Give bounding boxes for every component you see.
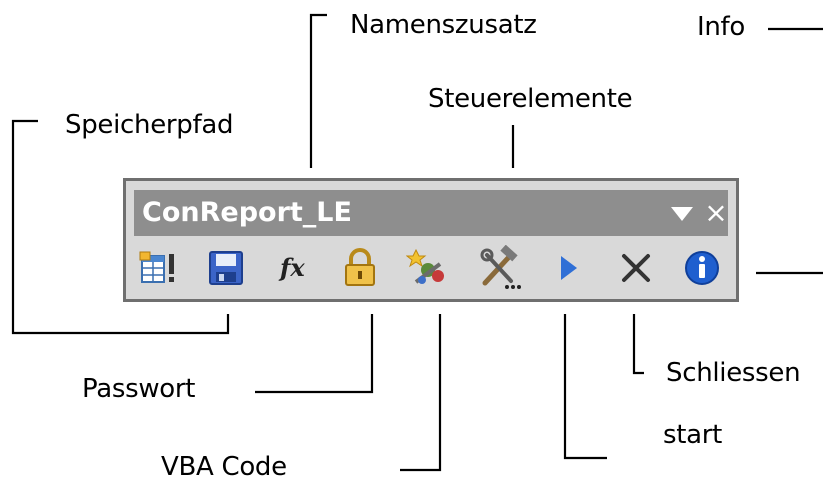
steuerelemente-button[interactable] [476, 244, 524, 292]
label-schliessen: Schliessen [666, 358, 801, 388]
toolbar-titlebar[interactable]: ConReport_LE × [134, 190, 728, 236]
toolbar-close-button[interactable]: × [704, 196, 728, 230]
save-disk-icon [209, 251, 243, 285]
label-namenszusatz: Namenszusatz [350, 10, 537, 40]
label-speicherpfad: Speicherpfad [65, 110, 234, 140]
namenszusatz-icon [139, 251, 174, 283]
passwort-button[interactable] [336, 244, 384, 292]
svg-text:fx: fx [278, 253, 305, 282]
callout-line-namenszusatz [309, 13, 327, 168]
play-arrow-icon [561, 256, 577, 280]
fx-formula-icon: fx [278, 253, 305, 282]
callout-line-schliessen [632, 314, 644, 375]
conreport-toolbar: ConReport_LE × fx [123, 178, 739, 302]
schliessen-button[interactable] [612, 244, 660, 292]
padlock-icon [345, 248, 375, 286]
label-steuerelemente: Steuerelemente [428, 84, 633, 114]
info-button[interactable] [678, 244, 726, 292]
toolbar-title: ConReport_LE [142, 197, 352, 228]
callout-line-start [563, 314, 607, 460]
dropdown-triangle-icon[interactable] [669, 205, 695, 223]
namenszusatz-button[interactable] [134, 244, 182, 292]
label-start: start [663, 420, 723, 450]
callout-line-vba-code [400, 314, 442, 472]
callout-line-passwort [255, 314, 374, 394]
speicherpfad-button[interactable] [202, 244, 250, 292]
label-passwort: Passwort [82, 374, 196, 404]
tools-hammer-wrench-icon [480, 245, 521, 289]
vba-code-icon [406, 248, 444, 284]
label-vba-code: VBA Code [161, 452, 287, 482]
info-icon [685, 251, 719, 285]
start-button[interactable] [544, 244, 592, 292]
formula-button[interactable]: fx [270, 244, 318, 292]
close-x-icon [622, 254, 650, 282]
label-info: Info [697, 12, 746, 42]
vba-code-button[interactable] [404, 244, 452, 292]
